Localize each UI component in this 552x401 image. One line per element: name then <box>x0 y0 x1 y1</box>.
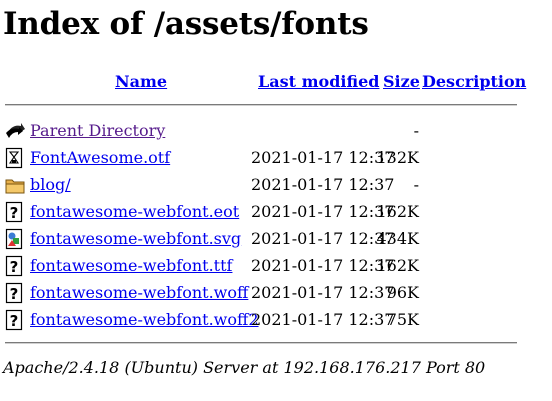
unknown-file-icon: ? <box>5 282 25 304</box>
sort-by-name-link[interactable]: Name <box>115 72 167 94</box>
table-row: fontawesome-webfont.svg 2021-01-17 12:37… <box>0 227 552 251</box>
size-cell: 132K <box>376 148 420 167</box>
page-title: Index of /assets/fonts <box>3 6 369 42</box>
size-cell: 434K <box>376 229 420 248</box>
file-link[interactable]: fontawesome-webfont.svg <box>30 229 241 249</box>
size-cell: - <box>413 175 419 194</box>
table-row: ? fontawesome-webfont.woff 2021-01-17 12… <box>0 281 552 305</box>
svg-text:?: ? <box>10 258 19 276</box>
last-modified-cell: 2021-01-17 12:37 <box>251 148 395 167</box>
sort-by-description-link[interactable]: Description <box>422 72 526 94</box>
file-link[interactable]: fontawesome-webfont.woff <box>30 283 248 303</box>
unknown-file-icon: ? <box>5 255 25 277</box>
svg-text:?: ? <box>10 204 19 222</box>
file-link[interactable]: fontawesome-webfont.ttf <box>30 256 232 276</box>
parent-directory-link[interactable]: Parent Directory <box>30 121 165 141</box>
unknown-file-icon: ? <box>5 201 25 223</box>
sort-by-size-link[interactable]: Size <box>383 72 420 94</box>
file-link[interactable]: fontawesome-webfont.woff2 <box>30 310 259 330</box>
size-cell: 75K <box>386 310 419 329</box>
table-row: ? fontawesome-webfont.ttf 2021-01-17 12:… <box>0 254 552 278</box>
last-modified-cell: 2021-01-17 12:37 <box>251 256 395 275</box>
size-cell: 162K <box>376 202 420 221</box>
table-row: blog/ 2021-01-17 12:37 - <box>0 173 552 197</box>
last-modified-cell: 2021-01-17 12:37 <box>251 310 395 329</box>
last-modified-cell: 2021-01-17 12:37 <box>251 283 395 302</box>
binary-file-icon <box>5 147 25 169</box>
file-link[interactable]: FontAwesome.otf <box>30 148 170 168</box>
footer-divider <box>5 342 517 344</box>
size-cell: 96K <box>386 283 419 302</box>
table-row: FontAwesome.otf 2021-01-17 12:37 132K <box>0 146 552 170</box>
back-icon <box>5 120 25 142</box>
sort-by-last-modified-link[interactable]: Last modified <box>258 72 379 94</box>
table-row: Parent Directory - <box>0 119 552 143</box>
table-row: ? fontawesome-webfont.eot 2021-01-17 12:… <box>0 200 552 224</box>
folder-icon <box>5 174 25 196</box>
unknown-file-icon: ? <box>5 309 25 331</box>
svg-text:?: ? <box>10 312 19 330</box>
directory-link[interactable]: blog/ <box>30 175 71 195</box>
header-divider <box>5 104 517 106</box>
size-cell: 162K <box>376 256 420 275</box>
last-modified-cell: 2021-01-17 12:37 <box>251 229 395 248</box>
image-file-icon <box>5 228 25 250</box>
svg-text:?: ? <box>10 285 19 303</box>
size-cell: - <box>413 121 419 140</box>
server-signature: Apache/2.4.18 (Ubuntu) Server at 192.168… <box>3 358 486 377</box>
table-row: ? fontawesome-webfont.woff2 2021-01-17 1… <box>0 308 552 332</box>
last-modified-cell: 2021-01-17 12:37 <box>251 175 395 194</box>
last-modified-cell: 2021-01-17 12:37 <box>251 202 395 221</box>
file-link[interactable]: fontawesome-webfont.eot <box>30 202 239 222</box>
